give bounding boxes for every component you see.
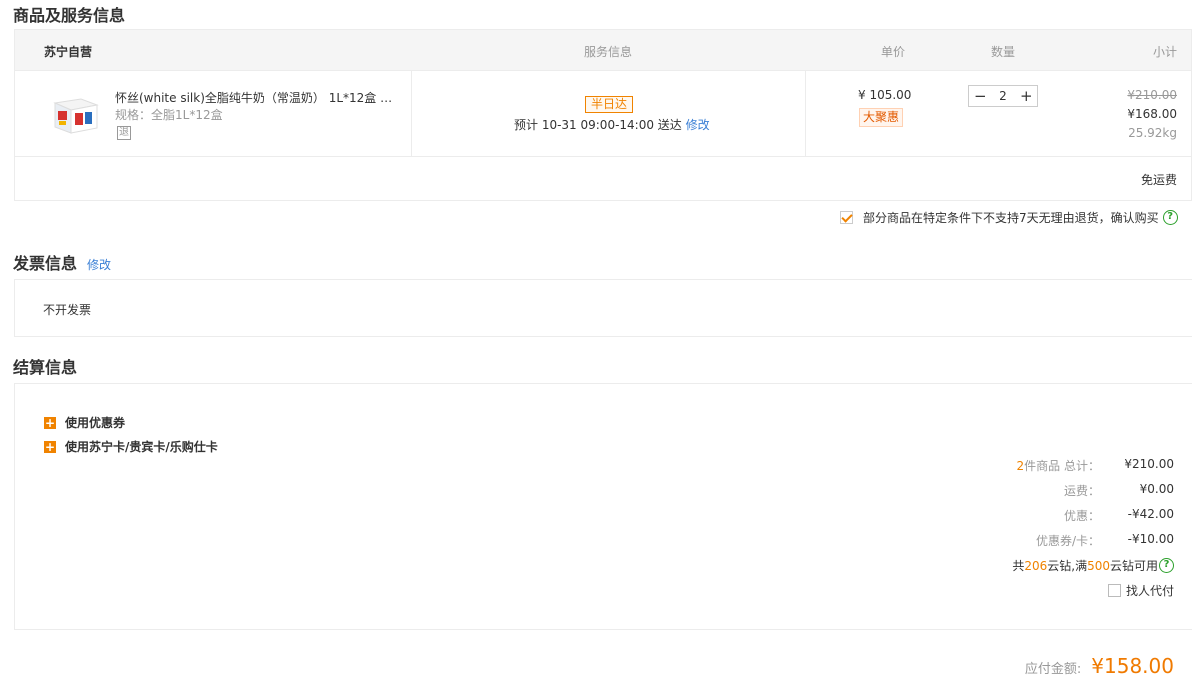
use-coupon-label: 使用优惠券 (65, 416, 126, 430)
divider (805, 71, 806, 157)
subtotal-original: ¥210.00 (1127, 88, 1177, 102)
settle-section-title: 结算信息 (13, 358, 78, 377)
subtotal: ¥168.00 (1127, 107, 1177, 121)
summary-freight-row: 运费： ¥0.00 (1064, 482, 1174, 499)
invoice-section-title: 发票信息 修改 (13, 250, 111, 274)
summary-total-row: 2件商品 总计： ¥210.00 (1017, 457, 1174, 474)
payable-amount: 应付金额: ¥158.00 (1025, 654, 1174, 675)
delivery-eta: 预计 10-31 09:00-14:00 送达 修改 (514, 116, 710, 133)
product-name-link[interactable]: 怀丝(white silk)全脂纯牛奶（常温奶） 1L*12盒 波兰进口 (115, 89, 395, 106)
table-header: 苏宁自营 服务信息 单价 数量 小计 (15, 30, 1191, 71)
count-label: 件商品 总计： (1024, 459, 1100, 473)
yunzuan-info: 共 206 云钻,满 500 云钻可用 ? (1012, 557, 1174, 574)
quantity-stepper: − 2 + (968, 85, 1038, 107)
total-label: 2件商品 总计： (1017, 457, 1100, 474)
product-thumbnail[interactable] (51, 95, 101, 135)
col-subtotal: 小计 (1152, 45, 1177, 59)
yz-mid: 云钻,满 (1047, 559, 1088, 573)
proxy-pay-option[interactable]: 找人代付 (1107, 582, 1174, 599)
unit-price: ¥ 105.00 (858, 88, 912, 102)
proxy-pay-label: 找人代付 (1125, 584, 1174, 598)
table-row: 怀丝(white silk)全脂纯牛奶（常温奶） 1L*12盒 波兰进口 规格：… (15, 71, 1191, 157)
yz-have: 206 (1024, 558, 1048, 573)
payable-value: ¥158.00 (1091, 654, 1174, 675)
col-service: 服务信息 (584, 45, 633, 59)
yz-need: 500 (1087, 558, 1110, 573)
item-weight: 25.92kg (1128, 126, 1177, 140)
eta-text: 预计 10-31 09:00-14:00 送达 (514, 118, 682, 132)
summary-discount-row: 优惠： -¥42.00 (1064, 507, 1174, 524)
delivery-badge: 半日达 (585, 96, 634, 113)
total-value: ¥210.00 (1124, 457, 1174, 471)
plus-icon: + (44, 415, 56, 430)
coupon-value: -¥10.00 (1127, 532, 1174, 546)
help-icon[interactable]: ? (1159, 558, 1174, 573)
agree-text: 部分商品在特定条件下不支持7天无理由退货，确认购买 (863, 211, 1159, 225)
divider (411, 71, 412, 157)
invoice-edit-link[interactable]: 修改 (87, 258, 111, 272)
col-price: 单价 (881, 45, 906, 59)
use-card-toggle[interactable]: + 使用苏宁卡/贵宾卡/乐购仕卡 (44, 438, 218, 455)
promo-badge: 大聚惠 (859, 108, 904, 127)
product-table: 苏宁自营 服务信息 单价 数量 小计 怀丝(white silk)全脂纯牛奶（常… (14, 29, 1192, 201)
store-name: 苏宁自营 (44, 45, 93, 59)
freight-label: 运费： (1063, 484, 1100, 498)
use-coupon-toggle[interactable]: + 使用优惠券 (44, 414, 125, 431)
qty-input[interactable]: 2 (999, 89, 1007, 103)
product-spec: 规格：全脂1L*12盒 (115, 108, 223, 122)
settlement-box: + 使用优惠券 + 使用苏宁卡/贵宾卡/乐购仕卡 2件商品 总计： ¥210.0… (14, 383, 1192, 630)
invoice-title-text: 发票信息 (13, 254, 78, 273)
agree-checkbox[interactable] (840, 211, 853, 224)
invoice-value: 不开发票 (43, 303, 92, 317)
qty-plus-button[interactable]: + (1020, 86, 1033, 106)
return-icon: 退 (117, 126, 131, 140)
help-icon[interactable]: ? (1162, 210, 1178, 225)
use-card-label: 使用苏宁卡/贵宾卡/乐购仕卡 (65, 440, 218, 454)
shipping-fee: 免运费 (1140, 173, 1177, 187)
return-policy-agreement: 部分商品在特定条件下不支持7天无理由退货，确认购买 ? (840, 209, 1178, 226)
col-qty: 数量 (991, 45, 1016, 59)
discount-label: 优惠： (1063, 509, 1100, 523)
eta-edit-link[interactable]: 修改 (686, 118, 710, 132)
product-section-title: 商品及服务信息 (13, 6, 126, 25)
yz-suffix: 云钻可用 (1109, 559, 1158, 573)
proxy-pay-checkbox[interactable] (1107, 584, 1121, 597)
qty-minus-button[interactable]: − (974, 86, 987, 106)
coupon-label: 优惠券/卡： (1035, 534, 1100, 548)
payable-label: 应付金额: (1024, 662, 1082, 675)
summary-coupon-row: 优惠券/卡： -¥10.00 (1036, 532, 1174, 549)
freight-value: ¥0.00 (1139, 482, 1174, 496)
plus-icon: + (44, 439, 56, 454)
discount-value: -¥42.00 (1127, 507, 1174, 521)
invoice-box: 不开发票 (14, 279, 1192, 337)
yz-prefix: 共 (1012, 559, 1025, 573)
